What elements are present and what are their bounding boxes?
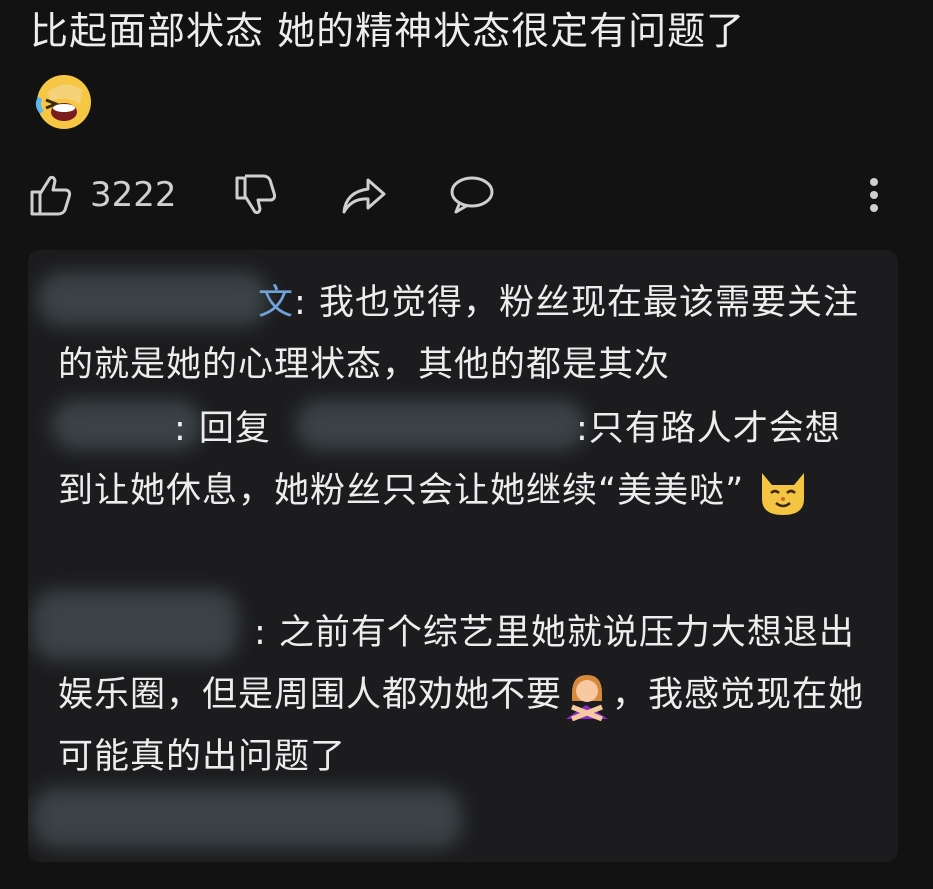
- more-options-icon[interactable]: [864, 172, 884, 218]
- reply-2[interactable]: : 回复:只有路人才会想到让她休息，她粉丝只会让她继续“美美哒”: [58, 398, 873, 522]
- reply-username[interactable]: 文: [258, 283, 294, 323]
- reply-text: 我也觉得，粉丝现在最该需要关注的就是她的心理状态，其他的都是其次: [58, 283, 859, 385]
- action-bar: 3222: [28, 172, 898, 222]
- grinning-squinting-face-emoji: [35, 75, 91, 129]
- comment-icon[interactable]: [448, 172, 496, 218]
- thumbs-up-icon[interactable]: [28, 172, 74, 218]
- replies-box: 文: 我也觉得，粉丝现在最该需要关注的就是她的心理状态，其他的都是其次 : 回复…: [28, 250, 898, 862]
- reply-3[interactable]: : 之前有个综艺里她就说压力大想退出娱乐圈，但是周围人都劝她不要 ，我感觉现在她…: [58, 602, 873, 788]
- thumbs-down-icon[interactable]: [233, 172, 279, 218]
- reply-prefix: 回复: [198, 409, 271, 449]
- person-gesturing-no-emoji: [566, 675, 609, 721]
- reply-separator: :: [254, 613, 279, 653]
- cat-face-emoji: [762, 473, 805, 515]
- reply-separator: :: [174, 409, 199, 449]
- post-text: 比起面部状态 她的精神状态很定有问题了: [30, 9, 746, 53]
- reply-separator: :: [294, 283, 319, 323]
- like-count: 3222: [90, 175, 177, 215]
- blurred-content: [32, 788, 462, 848]
- share-icon[interactable]: [340, 172, 388, 218]
- reply-1[interactable]: 文: 我也觉得，粉丝现在最该需要关注的就是她的心理状态，其他的都是其次: [58, 272, 873, 396]
